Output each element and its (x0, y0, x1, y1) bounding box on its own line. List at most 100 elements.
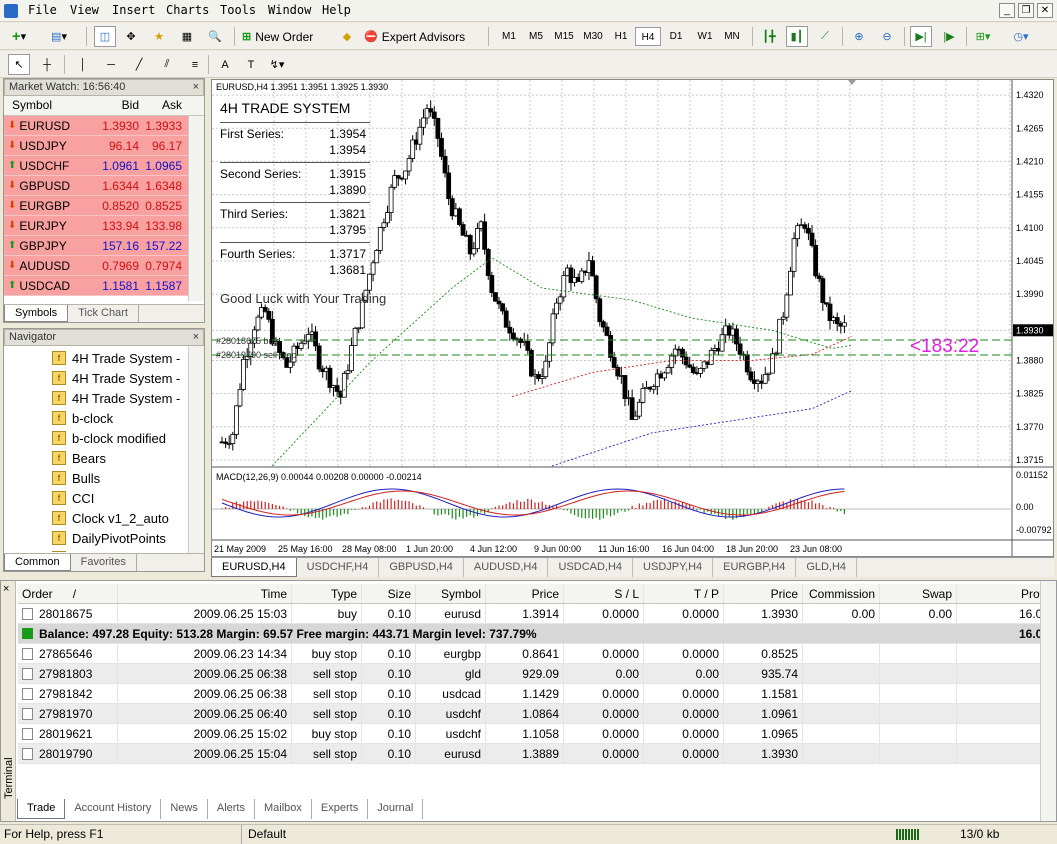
text-icon[interactable]: A (214, 54, 236, 75)
fibonacci-icon[interactable]: ≡ (184, 54, 206, 75)
market-watch-row[interactable]: ⬇ EURGBP 0.8520 0.8525 (4, 196, 204, 216)
navigator-item[interactable]: f b-clock modified (4, 428, 204, 448)
col-symbol[interactable]: Symbol (416, 584, 486, 603)
chart-tab[interactable]: USDCAD,H4 (548, 558, 634, 577)
terminal-tab[interactable]: Journal (368, 799, 424, 819)
tf-m15[interactable]: M15 (551, 27, 577, 46)
close-icon[interactable]: × (193, 330, 199, 345)
navigator-item[interactable]: f b-clock (4, 408, 204, 428)
col-tp[interactable]: T / P (644, 584, 724, 603)
indicators-icon[interactable]: ⊞▾ (972, 26, 994, 47)
line-chart-icon[interactable]: ⟋ (814, 26, 836, 47)
pending-order-row[interactable]: 27981803 2009.06.25 06:38 sell stop 0.10 gld… (18, 664, 1053, 684)
menu-help[interactable]: Help (322, 3, 351, 17)
tab-favorites[interactable]: Favorites (71, 554, 137, 571)
chart-tab[interactable]: EURGBP,H4 (713, 558, 797, 577)
market-watch-row[interactable]: ⬆ USDCAD 1.1581 1.1587 (4, 276, 204, 296)
market-watch-row[interactable]: ⬆ GBPJPY 157.16 157.22 (4, 236, 204, 256)
market-watch-toggle-icon[interactable]: ◫ (94, 26, 116, 47)
zoom-in-icon[interactable]: ⊕ (848, 26, 870, 47)
candlestick-icon[interactable]: ▮┃ (786, 26, 808, 47)
tab-tick-chart[interactable]: Tick Chart (68, 305, 139, 322)
navigator-item[interactable]: f 4H Trade System - (4, 368, 204, 388)
crosshair-tool-icon[interactable]: ┼ (36, 54, 58, 75)
col-ask[interactable]: Ask (139, 96, 184, 115)
menu-insert[interactable]: Insert (112, 3, 155, 17)
tf-d1[interactable]: D1 (663, 27, 689, 46)
arrows-icon[interactable]: ↯▾ (266, 54, 288, 75)
market-watch-row[interactable]: ⬇ AUDUSD 0.7969 0.7974 (4, 256, 204, 276)
tf-h4[interactable]: H4 (635, 27, 661, 46)
col-commission[interactable]: Commission (803, 584, 880, 603)
col-symbol[interactable]: Symbol (4, 96, 99, 115)
tf-h1[interactable]: H1 (608, 27, 634, 46)
close-button[interactable]: ✕ (1037, 3, 1053, 18)
new-chart-button[interactable]: + ▾ (8, 26, 30, 47)
profiles-button[interactable]: ▤ ▾ (48, 26, 70, 47)
favorites-icon[interactable]: ★ (148, 26, 170, 47)
bar-chart-icon[interactable]: ┃╋ (758, 26, 780, 47)
chart-shift-icon[interactable]: |▶ (938, 26, 960, 47)
navigator-scrollbar[interactable] (188, 346, 204, 554)
market-watch-scrollbar[interactable] (188, 116, 204, 301)
chart-tab[interactable]: AUDUSD,H4 (464, 558, 549, 577)
tab-symbols[interactable]: Symbols (4, 305, 69, 322)
menu-view[interactable]: View (70, 3, 99, 17)
market-watch-row[interactable]: ⬇ EURJPY 133.94 133.98 (4, 216, 204, 236)
terminal-tab[interactable]: News (161, 799, 208, 819)
chart-tab[interactable]: EURUSD,H4 (211, 558, 297, 577)
pending-order-row[interactable]: 27981842 2009.06.25 06:38 sell stop 0.10 usd… (18, 684, 1053, 704)
pending-order-row[interactable]: 27981970 2009.06.25 06:40 sell stop 0.10 usd… (18, 704, 1053, 724)
tab-common[interactable]: Common (4, 554, 71, 571)
terminal-tab[interactable]: Alerts (208, 799, 255, 819)
close-icon[interactable]: × (3, 583, 9, 595)
tf-m30[interactable]: M30 (580, 27, 606, 46)
data-window-icon[interactable]: ▦ (176, 26, 198, 47)
trendline-icon[interactable]: ╱ (128, 54, 150, 75)
col-bid[interactable]: Bid (99, 96, 139, 115)
terminal-tab[interactable]: Account History (65, 799, 162, 819)
periods-icon[interactable]: ◷▾ (1010, 26, 1032, 47)
horizontal-line-icon[interactable]: ─ (100, 54, 122, 75)
tf-w1[interactable]: W1 (692, 27, 718, 46)
navigator-item[interactable]: f DailyPivotPoints (4, 528, 204, 548)
restore-button[interactable]: ❐ (1018, 3, 1034, 18)
vertical-line-icon[interactable]: │ (72, 54, 94, 75)
strategy-tester-icon[interactable]: 🔍 (204, 26, 226, 47)
chart-tab[interactable]: GLD,H4 (796, 558, 858, 577)
terminal-tab[interactable]: Trade (17, 799, 66, 819)
cursor-icon[interactable]: ↖ (8, 54, 30, 75)
col-size[interactable]: Size (362, 584, 416, 603)
text-label-icon[interactable]: T (240, 54, 262, 75)
chart-window[interactable]: 1.4320 1.4265 1.4210 1.4155 1.4100 1.4045 1.39… (211, 79, 1054, 557)
navigator-item[interactable]: fDD (4, 548, 204, 552)
channel-icon[interactable]: ⫽ (156, 54, 178, 75)
navigator-item[interactable]: f 4H Trade System - (4, 388, 204, 408)
zoom-out-icon[interactable]: ⊖ (876, 26, 898, 47)
minimize-button[interactable]: _ (999, 3, 1015, 18)
close-icon[interactable]: × (193, 80, 199, 95)
menu-charts[interactable]: Charts (166, 3, 209, 17)
col-swap[interactable]: Swap (880, 584, 957, 603)
pending-order-row[interactable]: 28019621 2009.06.25 15:02 buy stop 0.10 usdc… (18, 724, 1053, 744)
col-sl[interactable]: S / L (564, 584, 644, 603)
market-watch-row[interactable]: ⬇ USDJPY 96.14 96.17 (4, 136, 204, 156)
crosshair-icon[interactable]: ✥ (120, 26, 142, 47)
terminal-scrollbar[interactable] (1040, 581, 1056, 821)
terminal-tab[interactable]: Mailbox (255, 799, 312, 819)
new-order-button[interactable]: ⊞ New Order (242, 26, 317, 47)
navigator-item[interactable]: f Bulls (4, 468, 204, 488)
pending-order-row[interactable]: 28019790 2009.06.25 15:04 sell stop 0.10 eur… (18, 744, 1053, 764)
col-type[interactable]: Type (292, 584, 362, 603)
menu-file[interactable]: File (28, 3, 57, 17)
open-order-row[interactable]: 28018675 2009.06.25 15:03 buy 0.10 eurus… (18, 604, 1053, 624)
col-profit[interactable]: Profit (957, 584, 1053, 603)
tf-mn[interactable]: MN (719, 27, 745, 46)
tf-m5[interactable]: M5 (523, 27, 549, 46)
auto-scroll-icon[interactable]: ▶| (910, 26, 932, 47)
expert-advisors-button[interactable]: ⛔ Expert Advisors (364, 26, 469, 47)
navigator-item[interactable]: f Clock v1_2_auto (4, 508, 204, 528)
col-current-price[interactable]: Price (724, 584, 803, 603)
menu-window[interactable]: Window (268, 3, 311, 17)
terminal-tab[interactable]: Experts (312, 799, 369, 819)
